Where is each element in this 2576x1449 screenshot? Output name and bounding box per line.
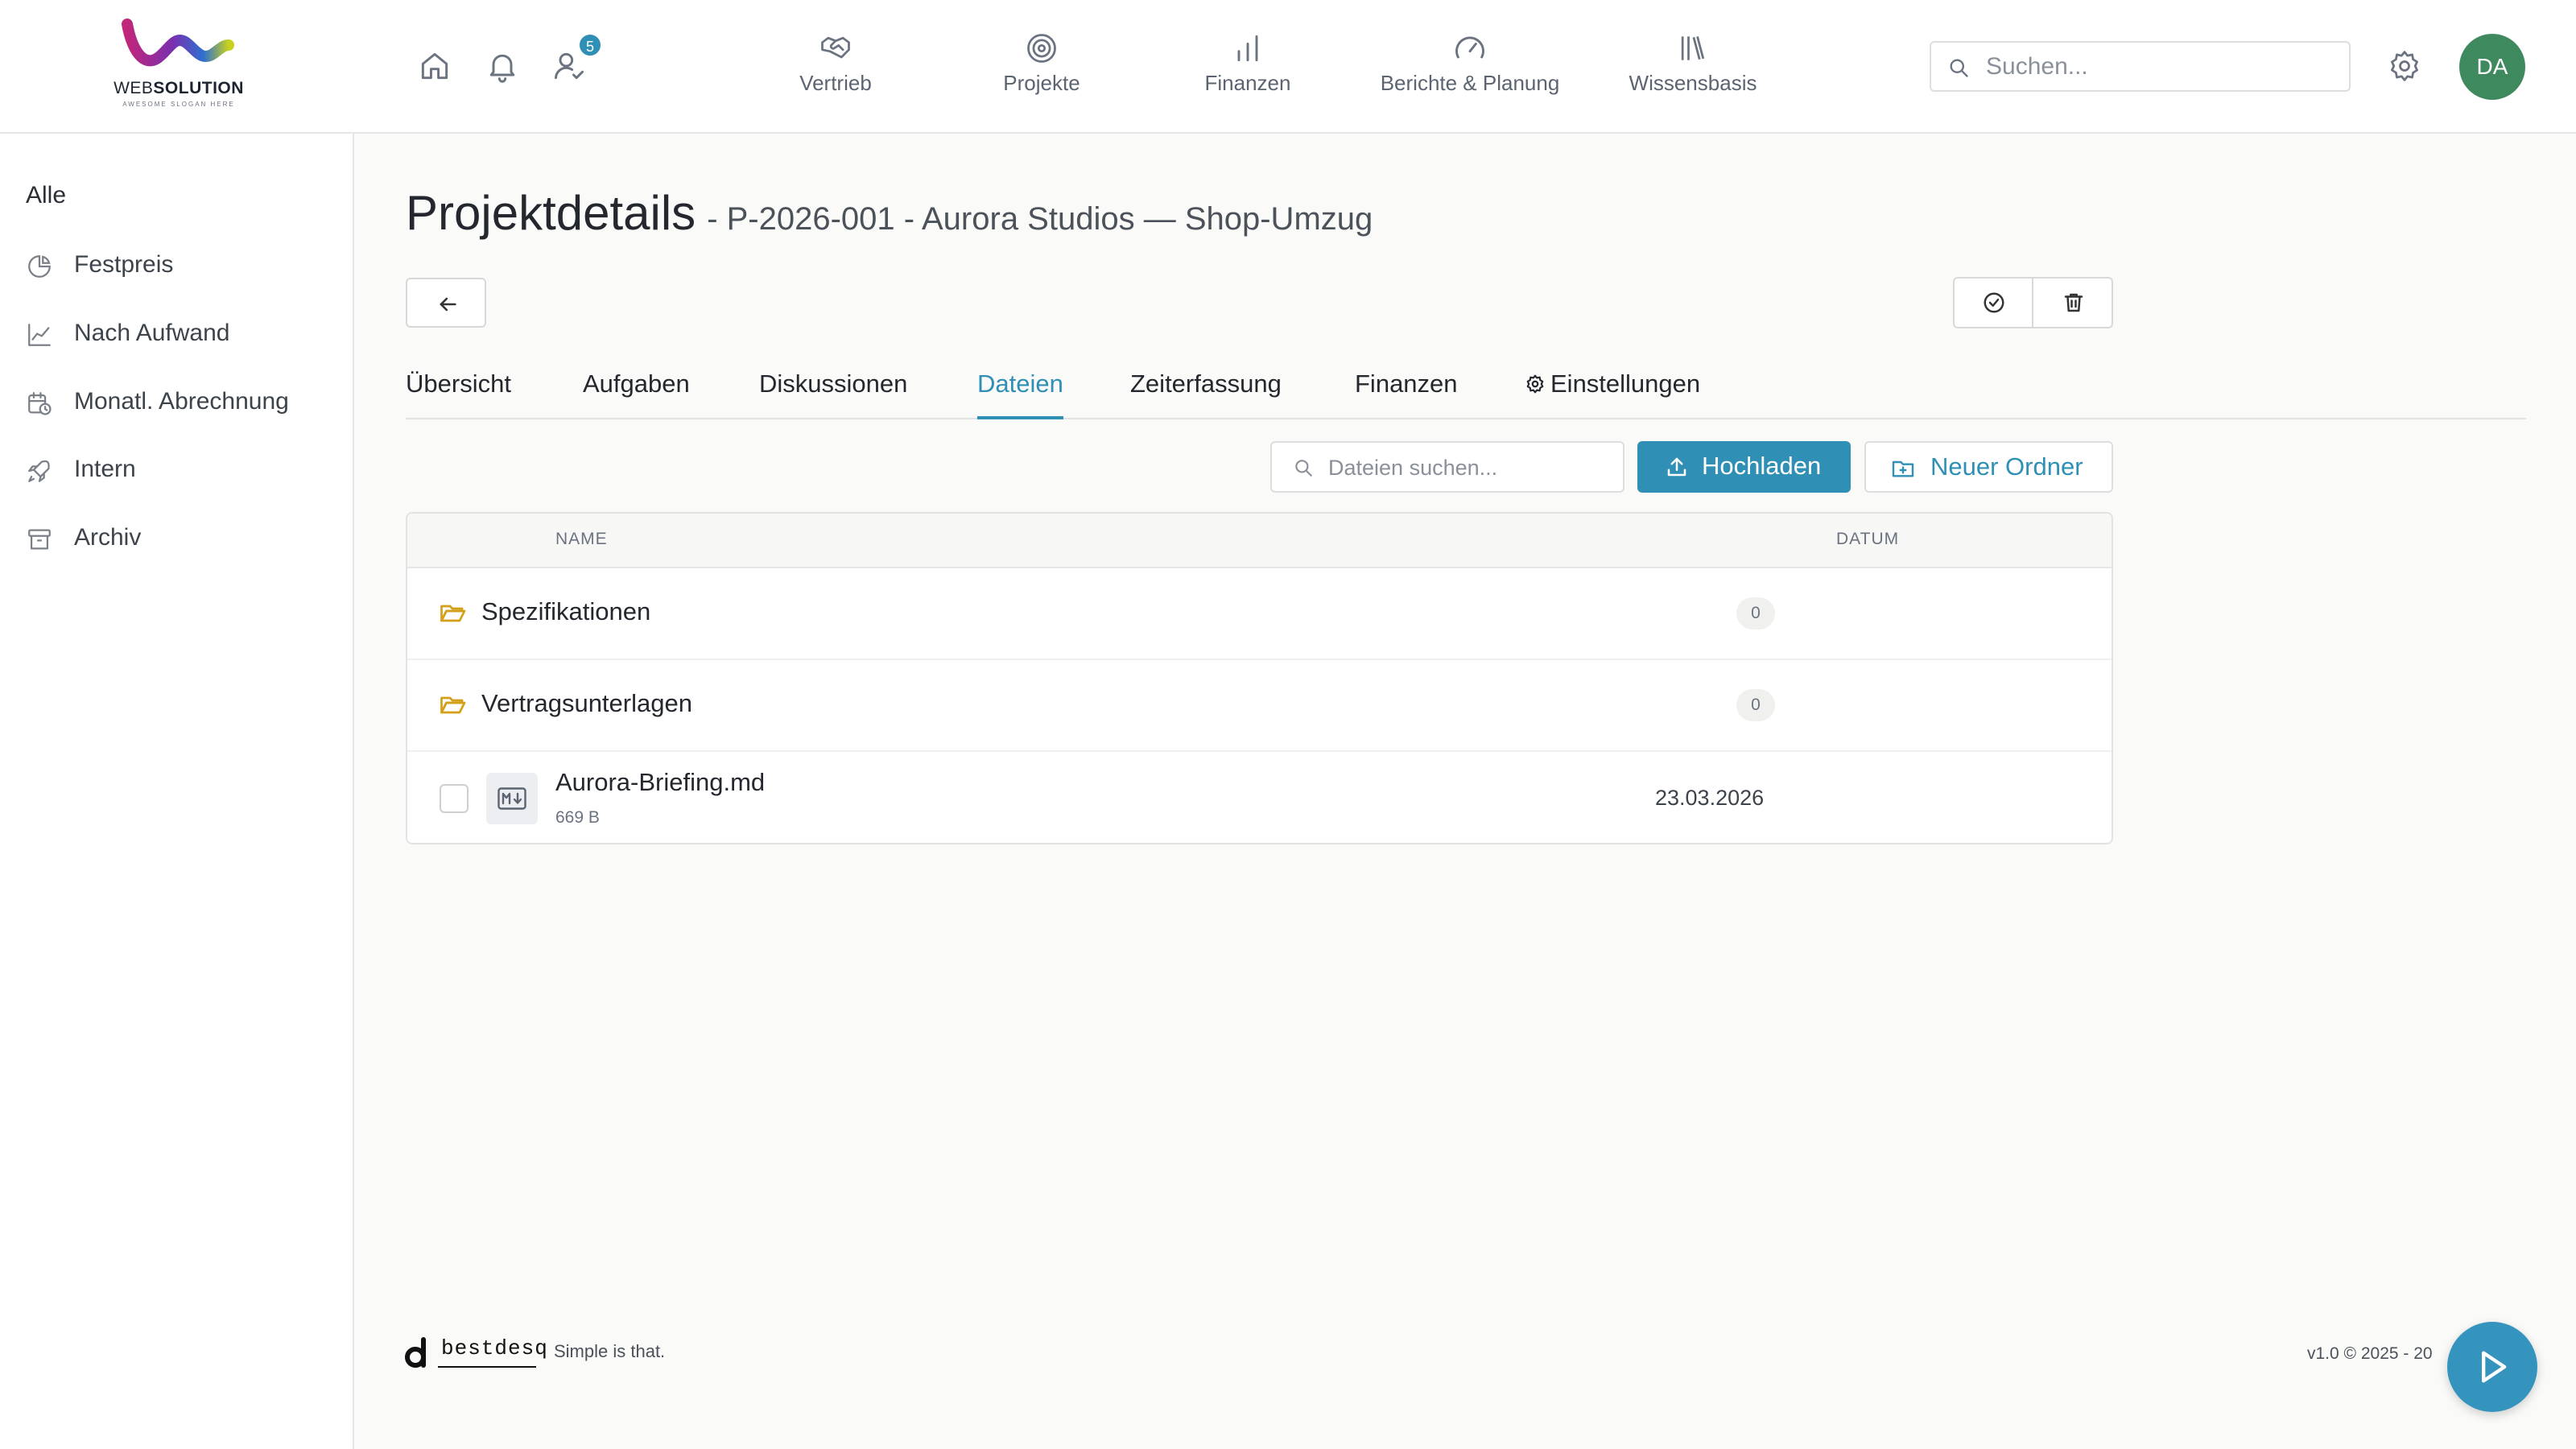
nav-finanzen[interactable]: Finanzen <box>1199 31 1296 103</box>
home-icon[interactable] <box>417 48 452 84</box>
nav-projekte[interactable]: Projekte <box>993 31 1090 103</box>
trash-icon <box>2064 293 2083 312</box>
tab-einstellungen[interactable]: Einstellungen <box>1525 369 1700 419</box>
file-name[interactable]: Aurora-Briefing.md <box>555 768 765 797</box>
avatar[interactable]: DA <box>2459 34 2525 100</box>
tab-aufgaben[interactable]: Aufgaben <box>583 369 690 419</box>
folder-plus-icon <box>1892 460 1914 477</box>
markdown-icon <box>486 773 538 824</box>
table-header: NAME DATUM <box>407 514 2112 568</box>
nav-label: Wissensbasis <box>1629 71 1757 95</box>
handshake-icon <box>821 36 850 59</box>
file-search-placeholder: Dateien suchen... <box>1328 456 1498 480</box>
folder-name[interactable]: Spezifikationen <box>481 597 650 626</box>
rocket-icon <box>28 460 50 482</box>
play-icon <box>2482 1351 2507 1383</box>
file-size: 669 B <box>555 808 600 827</box>
nav-label: Projekte <box>1003 71 1080 95</box>
nav-label: Berichte & Planung <box>1380 71 1560 95</box>
tab-dateien[interactable]: Dateien <box>977 369 1063 419</box>
new-folder-button[interactable]: Neuer Ordner <box>1864 441 2113 493</box>
sidebar-item-label: Intern <box>74 456 136 482</box>
target-icon <box>1027 34 1056 63</box>
page-title-main: Projektdetails <box>406 186 696 240</box>
gauge-icon <box>1455 36 1484 59</box>
calendar-clock-icon <box>28 392 52 415</box>
page-title-subtitle: - P-2026-001 - Aurora Studios — Shop-Umz… <box>707 201 1373 237</box>
file-date: 23.03.2026 <box>1655 786 1765 810</box>
folder-row[interactable]: Spezifikationen 0 <box>407 568 2112 660</box>
project-tabs: Übersicht Aufgaben Diskussionen Dateien … <box>406 366 2526 419</box>
global-search-placeholder: Suchen... <box>1986 53 2088 80</box>
brand-logo[interactable]: WEBSOLUTION AWESOME SLOGAN HERE <box>111 18 246 113</box>
check-circle-icon <box>1984 292 2004 313</box>
global-search-input[interactable]: Suchen... <box>1930 41 2351 92</box>
library-icon <box>1681 35 1705 60</box>
brand-logo-icon <box>122 19 234 67</box>
back-button[interactable] <box>406 278 486 328</box>
tab-diskussionen[interactable]: Diskussionen <box>759 369 907 419</box>
sidebar-item-intern[interactable]: Intern <box>26 449 348 489</box>
gear-icon <box>1526 374 1544 394</box>
play-button[interactable] <box>2447 1322 2537 1412</box>
pie-chart-icon <box>28 255 51 278</box>
bar-chart-icon <box>1237 35 1258 62</box>
sidebar-item-label: Nach Aufwand <box>74 320 230 346</box>
arrow-left-icon <box>440 297 456 312</box>
nav-label: Finanzen <box>1204 71 1291 95</box>
sidebar: Alle Festpreis Nach Aufwand Monatl. Abre… <box>0 134 354 1449</box>
sidebar-item-label: Monatl. Abrechnung <box>74 388 289 415</box>
tab-uebersicht[interactable]: Übersicht <box>406 369 511 419</box>
sidebar-item-nach-aufwand[interactable]: Nach Aufwand <box>26 313 348 353</box>
nav-vertrieb[interactable]: Vertrieb <box>787 31 884 103</box>
brand-name: WEBSOLUTION <box>114 79 244 97</box>
folder-count-badge: 0 <box>1736 689 1775 721</box>
nav-wissensbasis[interactable]: Wissensbasis <box>1610 31 1776 103</box>
column-name-header[interactable]: NAME <box>555 530 608 549</box>
sidebar-item-festpreis[interactable]: Festpreis <box>26 245 348 285</box>
search-icon <box>1295 460 1312 477</box>
gear-icon[interactable] <box>2387 48 2422 84</box>
delete-project-button[interactable] <box>2034 279 2113 327</box>
footer-brand: bestdesq <box>441 1336 548 1360</box>
file-row[interactable]: Aurora-Briefing.md 669 B 23.03.2026 <box>407 752 2112 843</box>
bell-icon[interactable] <box>485 48 520 84</box>
complete-project-button[interactable] <box>1955 279 2033 327</box>
new-folder-label: Neuer Ordner <box>1930 452 2083 481</box>
folder-name[interactable]: Vertragsunterlagen <box>481 689 692 718</box>
folder-icon <box>440 605 466 622</box>
folder-row[interactable]: Vertragsunterlagen 0 <box>407 660 2112 752</box>
folder-count-badge: 0 <box>1736 597 1775 630</box>
footer-tagline: Simple is that. <box>554 1341 666 1361</box>
page-title: Projektdetails - P-2026-001 - Aurora Stud… <box>406 185 1373 241</box>
sidebar-item-alle[interactable]: Alle <box>26 182 66 209</box>
archive-icon <box>28 529 51 550</box>
top-bar: WEBSOLUTION AWESOME SLOGAN HERE 5 Vertri… <box>0 0 2576 134</box>
nav-label: Vertrieb <box>799 71 872 95</box>
brand-tagline: AWESOME SLOGAN HERE <box>122 101 235 108</box>
tab-label: Einstellungen <box>1550 369 1701 398</box>
file-select-checkbox[interactable] <box>440 784 469 813</box>
folder-icon <box>440 696 466 714</box>
sidebar-item-label: Festpreis <box>74 251 174 278</box>
file-search-input[interactable]: Dateien suchen... <box>1270 441 1624 493</box>
tab-finanzen[interactable]: Finanzen <box>1355 369 1458 419</box>
project-actions <box>1953 277 2113 328</box>
sidebar-item-label: Archiv <box>74 524 142 551</box>
footer-copyright: v1.0 © 2025 - 20 <box>2307 1344 2433 1363</box>
sidebar-item-archiv[interactable]: Archiv <box>26 518 348 558</box>
search-icon <box>1950 59 1968 77</box>
nav-berichte[interactable]: Berichte & Planung <box>1368 31 1571 103</box>
file-table: NAME DATUM Spezifikationen 0 Vertragsunt… <box>406 512 2113 844</box>
line-chart-icon <box>28 324 51 346</box>
tab-zeiterfassung[interactable]: Zeiterfassung <box>1130 369 1282 419</box>
notification-badge: 5 <box>578 33 602 57</box>
upload-icon <box>1667 457 1686 477</box>
upload-label: Hochladen <box>1702 452 1822 480</box>
sidebar-item-monatl-abrechnung[interactable]: Monatl. Abrechnung <box>26 382 348 422</box>
column-date-header[interactable]: DATUM <box>1836 530 1899 549</box>
upload-button[interactable]: Hochladen <box>1637 441 1851 493</box>
